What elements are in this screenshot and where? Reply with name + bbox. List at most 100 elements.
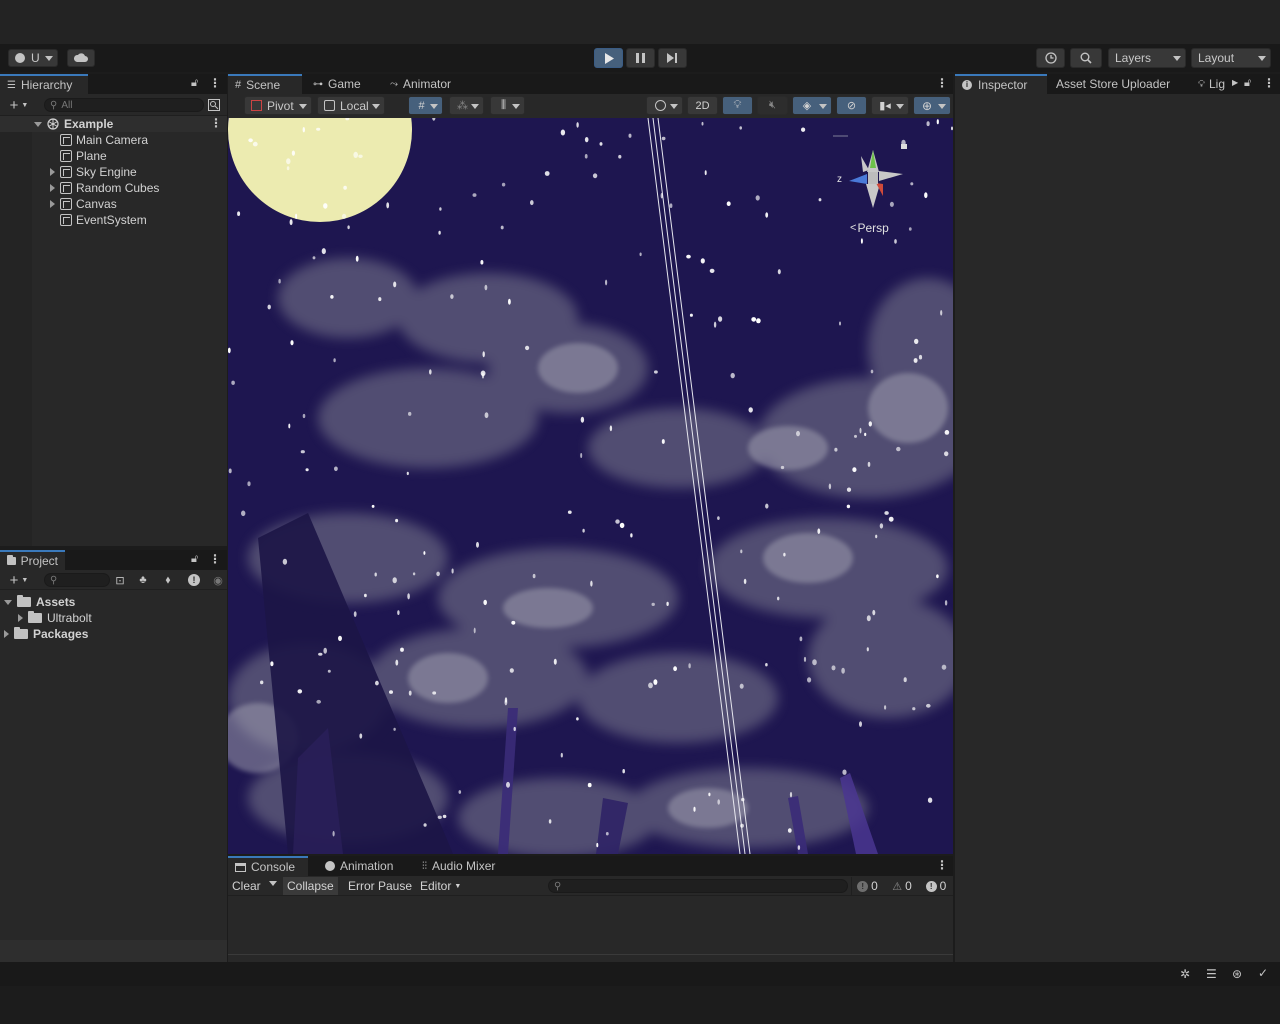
hierarchy-add-button[interactable]: + ▼: [5, 97, 33, 114]
warning-log-toggle[interactable]: ⚠ 0: [886, 877, 918, 895]
hierarchy-search-input[interactable]: ⚲ All: [44, 98, 204, 112]
snowflake: [504, 699, 508, 706]
hierarchy-item[interactable]: EventSystem: [50, 212, 147, 228]
pivot-dropdown[interactable]: Pivot: [244, 96, 312, 115]
clear-button[interactable]: Clear: [232, 878, 261, 894]
expand-arrow-icon[interactable]: [18, 614, 23, 622]
lock-icon[interactable]: 🔓︎: [1244, 77, 1251, 90]
expand-arrow-icon[interactable]: [34, 121, 42, 127]
scene-row[interactable]: Example ⋮: [0, 116, 227, 132]
tab-audio-mixer[interactable]: ⫶⫶ Audio Mixer: [415, 856, 502, 876]
clear-options-dropdown[interactable]: [269, 881, 277, 886]
snowflake: [936, 119, 939, 125]
local-dropdown[interactable]: Local: [317, 96, 385, 115]
bug-icon[interactable]: ✲: [1180, 967, 1190, 981]
hierarchy-item-label: Sky Engine: [76, 165, 137, 179]
hidden-packages-button[interactable]: ◉: [210, 572, 226, 588]
snowflake: [484, 412, 489, 419]
snowflake: [334, 466, 338, 472]
snowflake: [378, 297, 382, 302]
snowflake: [817, 528, 821, 534]
account-dropdown[interactable]: U: [8, 49, 58, 67]
scene-viewport[interactable]: z < Persp: [228, 118, 953, 854]
grid-snap-icon: #: [418, 99, 425, 112]
expand-arrow-icon[interactable]: [4, 599, 12, 605]
moon[interactable]: [228, 118, 412, 222]
snowflake: [605, 279, 608, 286]
error-pause-toggle[interactable]: Error Pause: [344, 878, 416, 894]
2d-toggle[interactable]: 2D: [687, 96, 718, 115]
tab-asset-store-uploader[interactable]: Asset Store Uploader: [1049, 74, 1177, 94]
hidden-objects-toggle[interactable]: ⊘: [836, 96, 867, 115]
search-filter-button[interactable]: ⊡: [112, 572, 128, 588]
hierarchy-item[interactable]: Canvas: [50, 196, 117, 212]
type-filter-button[interactable]: ♣: [135, 572, 151, 588]
hierarchy-menu-button[interactable]: ⋮: [209, 76, 221, 90]
check-circle-icon[interactable]: ✓: [1258, 966, 1268, 980]
console-search-input[interactable]: ⚲: [548, 879, 848, 893]
gizmos-dropdown[interactable]: ⊕: [913, 96, 951, 115]
collapse-toggle[interactable]: Collapse: [283, 877, 338, 895]
lock-icon[interactable]: 🔓︎: [191, 77, 198, 90]
tab-inspector[interactable]: i Inspector: [955, 74, 1047, 94]
scene-menu-button[interactable]: ⋮: [210, 116, 222, 130]
tab-console[interactable]: Console: [228, 856, 308, 876]
project-search-input[interactable]: ⚲: [44, 573, 110, 587]
expand-arrow-icon[interactable]: [50, 184, 55, 192]
expand-arrow-icon[interactable]: [4, 630, 9, 638]
tab-animation[interactable]: Animation: [318, 856, 400, 876]
grid-snap-button[interactable]: #: [408, 96, 443, 115]
log-filter-button[interactable]: !: [186, 572, 202, 588]
hierarchy-item[interactable]: Random Cubes: [50, 180, 159, 196]
project-menu-button[interactable]: ⋮: [209, 552, 221, 566]
tab-hierarchy[interactable]: ☰ Hierarchy: [0, 74, 88, 94]
editor-dropdown[interactable]: Editor ▼: [416, 878, 465, 894]
scene-panel-menu-button[interactable]: ⋮: [936, 76, 948, 90]
tab-scene[interactable]: # Scene: [228, 74, 302, 94]
ruler-button[interactable]: ⫼: [490, 96, 525, 115]
step-button[interactable]: [658, 48, 687, 68]
draw-mode-dropdown[interactable]: [646, 96, 683, 115]
history-button[interactable]: [1036, 48, 1065, 68]
layout-dropdown[interactable]: Layout: [1191, 48, 1271, 68]
tab-animator[interactable]: ⤳ Animator: [383, 74, 458, 94]
lock-icon[interactable]: 🔓︎: [191, 553, 198, 566]
play-button[interactable]: [594, 48, 623, 68]
console-menu-button[interactable]: ⋮: [936, 858, 948, 872]
camera-dropdown[interactable]: ▮◂: [871, 96, 909, 115]
hierarchy-item[interactable]: Plane: [50, 148, 107, 164]
layers-dropdown[interactable]: Layers: [1108, 48, 1186, 68]
tab-scroll-right-icon[interactable]: ▶: [1232, 78, 1238, 87]
persp-toggle[interactable]: < Persp: [850, 221, 889, 235]
layers-label: Layers: [1115, 51, 1152, 65]
project-add-button[interactable]: + ▼: [5, 572, 33, 589]
snowflake: [291, 150, 295, 156]
info-log-toggle[interactable]: ! 0: [851, 877, 883, 895]
project-tree-item[interactable]: Ultrabolt: [18, 610, 92, 626]
tab-game[interactable]: ⊶ Game: [306, 74, 368, 94]
error-log-toggle[interactable]: ! 0: [920, 877, 952, 895]
project-tree-item[interactable]: Packages: [4, 626, 88, 642]
tab-lighting[interactable]: 💡︎ Lig: [1191, 74, 1233, 94]
expand-arrow-icon[interactable]: [50, 168, 55, 176]
cloud-button[interactable]: [67, 49, 95, 67]
hierarchy-item[interactable]: Main Camera: [50, 132, 148, 148]
tab-project[interactable]: Project: [0, 550, 65, 570]
network-icon[interactable]: ⊛: [1232, 967, 1242, 981]
audio-toggle[interactable]: 🔇︎: [757, 96, 788, 115]
project-tree-item[interactable]: Assets: [4, 594, 75, 610]
pause-button[interactable]: [626, 48, 655, 68]
scene-visibility-button[interactable]: [206, 97, 222, 113]
label-filter-button[interactable]: ⬧: [160, 572, 176, 588]
lighting-toggle[interactable]: 💡︎: [722, 96, 753, 115]
hierarchy-item[interactable]: Sky Engine: [50, 164, 137, 180]
scene-gizmo[interactable]: [833, 135, 907, 208]
inspector-menu-button[interactable]: ⋮: [1263, 76, 1275, 90]
search-button[interactable]: [1070, 48, 1102, 68]
effects-dropdown[interactable]: ◈: [792, 96, 832, 115]
database-icon[interactable]: ☰: [1206, 967, 1217, 981]
expand-arrow-icon[interactable]: [50, 200, 55, 208]
snowflake: [867, 461, 871, 467]
increment-snap-button[interactable]: ⁂: [449, 96, 484, 115]
snowflake: [473, 627, 476, 634]
